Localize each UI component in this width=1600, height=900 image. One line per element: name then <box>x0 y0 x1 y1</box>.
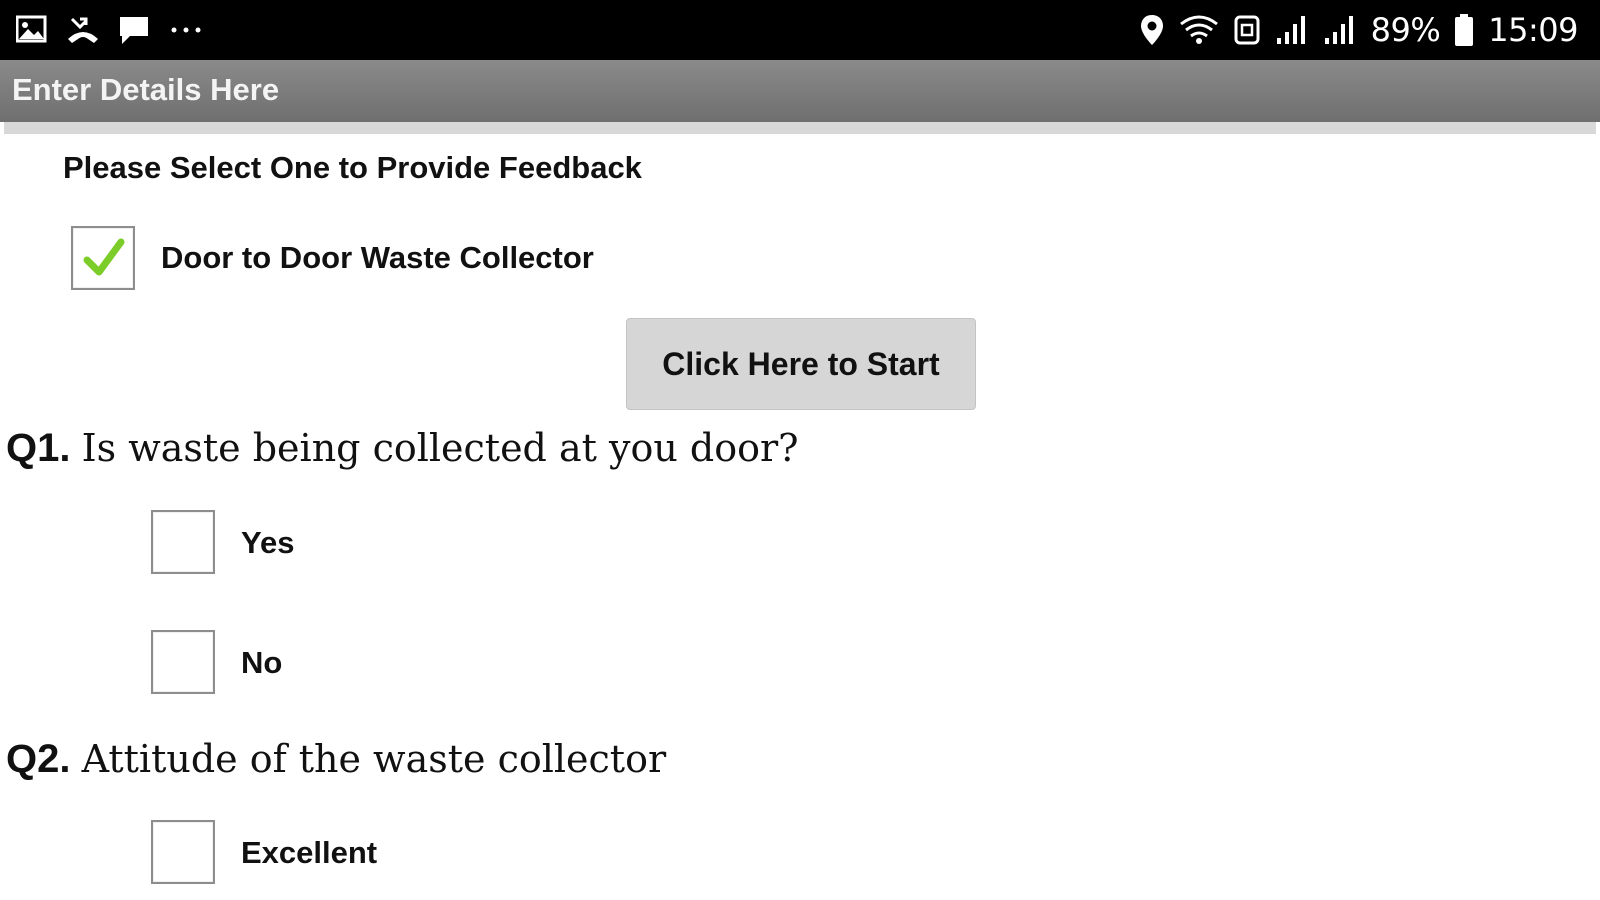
q1-no-label[interactable]: No <box>241 645 282 681</box>
q1-yes-label[interactable]: Yes <box>241 525 294 561</box>
q1-no-checkbox[interactable] <box>151 630 215 694</box>
question-1-number: Q1. <box>6 426 71 470</box>
missed-call-icon <box>66 15 100 45</box>
title-bar: Enter Details Here <box>0 60 1600 122</box>
more-dots-icon <box>168 24 204 36</box>
start-button[interactable]: Click Here to Start <box>626 318 976 410</box>
message-icon <box>118 14 150 46</box>
notification-icons <box>16 12 204 48</box>
title-bar-shadow <box>4 122 1596 134</box>
clock: 15:09 <box>1488 11 1578 49</box>
question-2-number: Q2. <box>6 737 71 781</box>
question-2-text: Attitude of the waste collector <box>81 737 667 781</box>
gallery-icon <box>16 15 48 45</box>
feedback-prompt: Please Select One to Provide Feedback <box>63 150 642 185</box>
q2-excellent-label[interactable]: Excellent <box>241 835 377 871</box>
question-1: Q1. Is waste being collected at you door… <box>6 426 799 471</box>
system-status: 89% 15:09 <box>1139 8 1578 52</box>
q1-yes-checkbox[interactable] <box>151 510 215 574</box>
waste-collector-label[interactable]: Door to Door Waste Collector <box>161 240 594 276</box>
status-bar: 89% 15:09 <box>0 0 1600 60</box>
waste-collector-checkbox[interactable] <box>71 226 135 290</box>
battery-percent: 89% <box>1370 11 1441 49</box>
location-icon <box>1139 13 1165 47</box>
battery-icon <box>1454 13 1474 47</box>
signal-icon <box>1323 14 1357 46</box>
question-2: Q2. Attitude of the waste collector <box>6 737 666 782</box>
wifi-icon <box>1179 14 1219 46</box>
question-1-text: Is waste being collected at you door? <box>81 426 799 470</box>
signal-icon <box>1275 14 1309 46</box>
q2-excellent-checkbox[interactable] <box>151 820 215 884</box>
page-title: Enter Details Here <box>12 72 280 107</box>
data-saver-icon <box>1233 14 1261 46</box>
